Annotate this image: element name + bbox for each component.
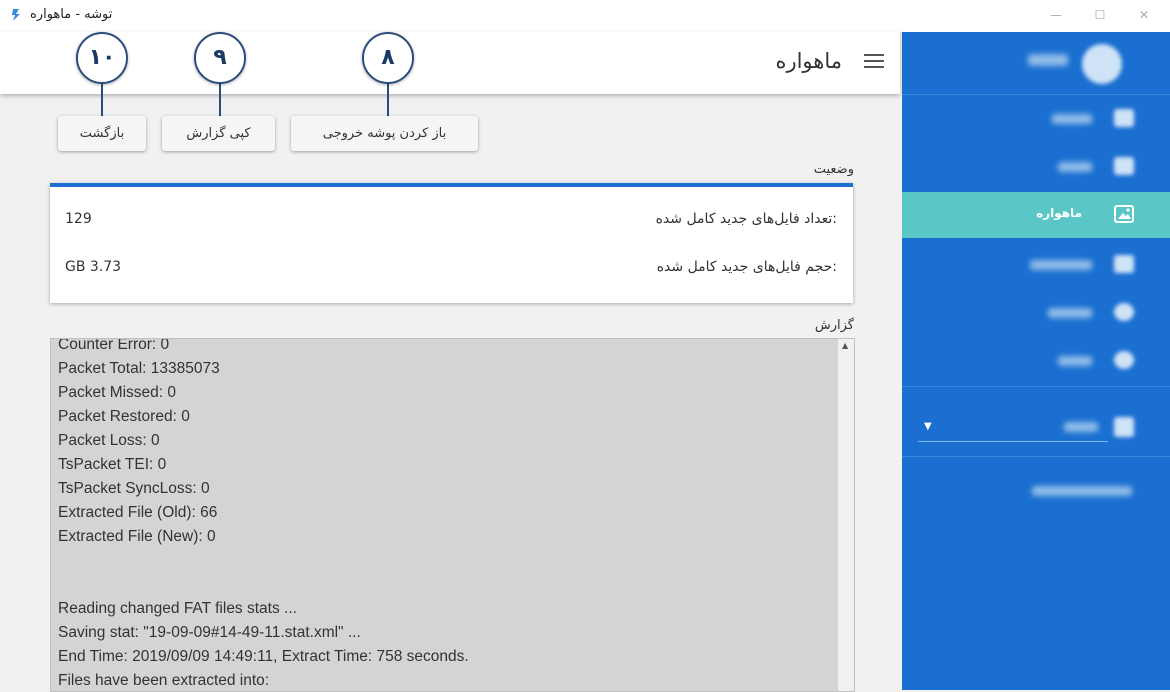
open-output-folder-button[interactable]: باز کردن پوشه خروجی bbox=[291, 116, 478, 151]
device-icon bbox=[1114, 255, 1134, 273]
page-title: ماهواره bbox=[775, 49, 842, 73]
report-scrollbar[interactable]: ▲ bbox=[838, 339, 854, 691]
language-select[interactable]: ▼ bbox=[918, 417, 1108, 442]
gear-icon bbox=[1114, 303, 1134, 321]
scroll-up-arrow-icon[interactable]: ▲ bbox=[842, 341, 848, 350]
report-line: TsPacket SyncLoss: 0 bbox=[58, 480, 210, 497]
report-line: Packet Missed: 0 bbox=[58, 384, 177, 401]
report-line: Saving stat: "19-09-09#14-49-11.stat.xml… bbox=[58, 624, 361, 641]
image-icon bbox=[1114, 205, 1134, 223]
report-log[interactable]: Counter Error: 0 Packet Total: 13385073 Pa… bbox=[50, 338, 855, 692]
minimize-button[interactable]: — bbox=[1046, 6, 1066, 24]
report-line: Reading changed FAT files stats ... bbox=[58, 600, 297, 617]
sidebar-divider bbox=[902, 456, 1170, 457]
close-button[interactable]: ✕ bbox=[1134, 6, 1154, 24]
window-title: توشه - ماهواره bbox=[30, 7, 113, 22]
sidebar: ماهواره ▼ bbox=[902, 32, 1170, 690]
sidebar-item-dashboard[interactable] bbox=[902, 96, 1170, 142]
report-section-label: گزارش bbox=[814, 318, 854, 333]
help-icon bbox=[1114, 351, 1134, 369]
status-card: تعداد فایل‌های جدید کامل شده: 129 حجم فا… bbox=[50, 183, 853, 303]
sidebar-divider bbox=[902, 386, 1170, 387]
callout-marker-10: ۱۰ bbox=[76, 32, 128, 84]
sidebar-item-devices[interactable] bbox=[902, 242, 1170, 288]
new-files-size-value: GB 3.73 bbox=[65, 259, 122, 275]
new-files-size-label: حجم فایل‌های جدید کامل شده: bbox=[656, 259, 837, 275]
caret-down-icon: ▼ bbox=[924, 421, 932, 432]
sidebar-item-label: ماهواره bbox=[1036, 206, 1082, 220]
new-files-count-label: تعداد فایل‌های جدید کامل شده: bbox=[655, 211, 837, 227]
status-section-label: وضعیت bbox=[813, 162, 854, 177]
app-logo-icon bbox=[12, 9, 20, 21]
report-lines: Counter Error: 0 Packet Total: 13385073 Pa… bbox=[58, 338, 828, 691]
callout-line bbox=[101, 80, 103, 116]
callout-line bbox=[387, 80, 389, 116]
callout-marker-9: ۹ bbox=[194, 32, 246, 84]
report-line: Extracted File (Old): 66 bbox=[58, 504, 218, 521]
sidebar-item-label-blurred bbox=[1058, 356, 1092, 366]
callout-line bbox=[219, 80, 221, 116]
report-line: Files have been extracted into: bbox=[58, 672, 270, 689]
sidebar-item-settings[interactable] bbox=[902, 290, 1170, 336]
brand-name-blurred bbox=[1028, 54, 1068, 66]
new-files-count-value: 129 bbox=[65, 211, 92, 227]
sidebar-item-files[interactable] bbox=[902, 144, 1170, 190]
main-content: ماهواره ۸ ۹ ۱۰ باز کردن پوشه خروجی کپی گ… bbox=[0, 32, 902, 692]
sidebar-item-label-blurred bbox=[1048, 308, 1092, 318]
copy-report-button[interactable]: کپی گزارش bbox=[162, 116, 275, 151]
sidebar-item-label-blurred bbox=[1030, 260, 1092, 270]
sidebar-brand bbox=[902, 32, 1170, 94]
dashboard-icon bbox=[1114, 109, 1134, 127]
maximize-button[interactable]: ☐ bbox=[1090, 6, 1110, 24]
report-line bbox=[58, 573, 828, 597]
sidebar-divider bbox=[902, 94, 1170, 95]
language-value-blurred bbox=[1064, 422, 1098, 432]
report-line: Packet Loss: 0 bbox=[58, 432, 160, 449]
hamburger-menu-icon[interactable] bbox=[864, 54, 884, 70]
version-text-blurred bbox=[1032, 486, 1132, 496]
report-line bbox=[58, 549, 828, 573]
app-header: ماهواره bbox=[0, 32, 900, 94]
status-row-size: حجم فایل‌های جدید کامل شده: GB 3.73 bbox=[50, 259, 853, 283]
sidebar-item-label-blurred bbox=[1052, 114, 1092, 124]
report-line: Packet Restored: 0 bbox=[58, 408, 190, 425]
callout-marker-8: ۸ bbox=[362, 32, 414, 84]
report-line: TsPacket TEI: 0 bbox=[58, 456, 167, 473]
window-titlebar: توشه - ماهواره — ☐ ✕ bbox=[0, 0, 1170, 33]
status-row-count: تعداد فایل‌های جدید کامل شده: 129 bbox=[50, 211, 853, 235]
report-line: End Time: 2019/09/09 14:49:11, Extract T… bbox=[58, 648, 469, 665]
sidebar-item-help[interactable] bbox=[902, 338, 1170, 384]
report-line: Counter Error: 0 bbox=[58, 338, 170, 353]
translate-icon bbox=[1114, 417, 1134, 437]
report-line: Packet Total: 13385073 bbox=[58, 360, 220, 377]
sidebar-item-satellite[interactable]: ماهواره bbox=[902, 192, 1170, 238]
report-line: Extracted File (New): 0 bbox=[58, 528, 216, 545]
back-button[interactable]: بازگشت bbox=[58, 116, 146, 151]
folder-icon bbox=[1114, 157, 1134, 175]
sidebar-item-label-blurred bbox=[1058, 162, 1092, 172]
avatar bbox=[1082, 44, 1122, 84]
